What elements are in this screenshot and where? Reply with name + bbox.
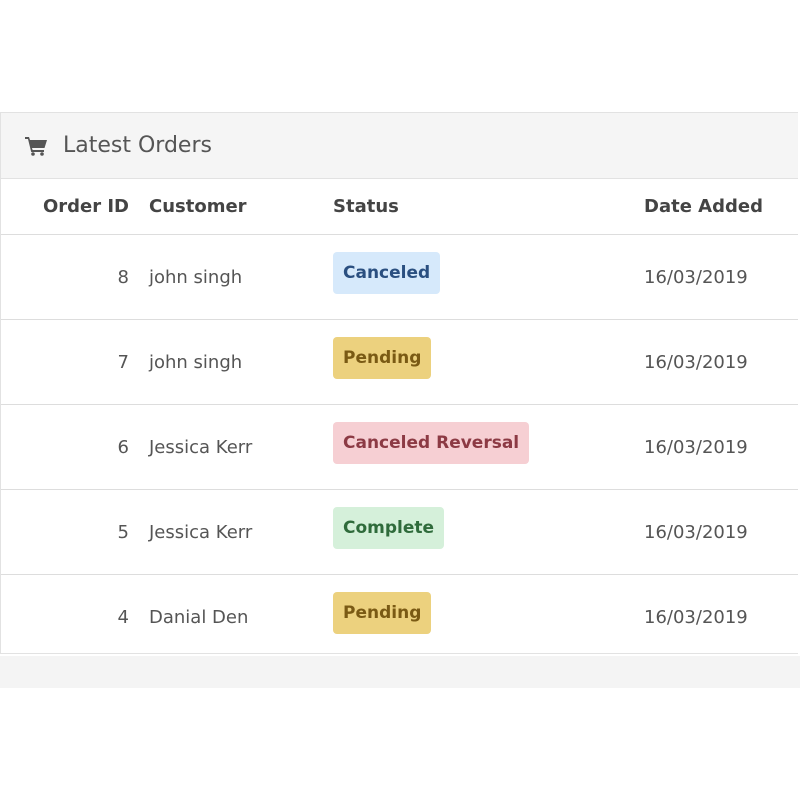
table-row[interactable]: 5 Jessica Kerr Complete 16/03/2019 bbox=[1, 489, 798, 575]
order-id-cell: 6 bbox=[1, 404, 149, 490]
order-id-cell: 4 bbox=[117, 606, 129, 628]
header-order-id[interactable]: Order ID bbox=[1, 179, 149, 235]
date-added-cell: 16/03/2019 bbox=[644, 234, 798, 320]
panel-heading: Latest Orders bbox=[1, 113, 798, 179]
status-cell: Pending bbox=[333, 575, 644, 660]
panel-title: Latest Orders bbox=[63, 133, 212, 158]
order-id-cell: 7 bbox=[1, 319, 149, 405]
table-row[interactable]: 6 Jessica Kerr Canceled Reversal 16/03/2019 bbox=[1, 404, 798, 490]
footer-strip bbox=[0, 656, 800, 688]
status-badge: Complete bbox=[333, 507, 445, 549]
date-added-cell: 16/03/2019 bbox=[644, 606, 748, 628]
table-header-row: Order ID Customer Status Date Added bbox=[1, 179, 798, 235]
date-added-cell: 16/03/2019 bbox=[644, 489, 798, 575]
status-badge: Canceled bbox=[333, 252, 441, 294]
status-badge: Canceled Reversal bbox=[333, 422, 530, 464]
header-customer[interactable]: Customer bbox=[149, 179, 333, 235]
header-status[interactable]: Status bbox=[333, 179, 644, 235]
customer-cell: Jessica Kerr bbox=[149, 489, 333, 575]
status-badge: Pending bbox=[333, 592, 432, 634]
orders-table: Order ID Customer Status Date Added 8 joh… bbox=[1, 179, 798, 659]
date-added-cell: 16/03/2019 bbox=[644, 404, 798, 490]
latest-orders-panel: Latest Orders Order ID Customer Status D… bbox=[0, 112, 798, 654]
customer-cell: john singh bbox=[149, 319, 333, 405]
customer-cell: Jessica Kerr bbox=[149, 404, 333, 490]
status-cell: Canceled bbox=[333, 234, 644, 320]
table-row[interactable]: 4 Danial Den Pending 16/03/2019 bbox=[1, 575, 798, 660]
shopping-cart-icon bbox=[25, 136, 49, 156]
date-added-cell: 16/03/2019 bbox=[644, 319, 798, 405]
table-row[interactable]: 8 john singh Canceled 16/03/2019 bbox=[1, 234, 798, 320]
status-badge: Pending bbox=[333, 337, 432, 379]
status-cell: Complete bbox=[333, 489, 644, 575]
header-date-added[interactable]: Date Added bbox=[644, 179, 798, 235]
customer-cell: Danial Den bbox=[149, 606, 249, 628]
status-cell: Canceled Reversal bbox=[333, 404, 644, 490]
orders-table-body: 8 john singh Canceled 16/03/2019 7 john singh… bbox=[1, 234, 798, 660]
customer-cell: john singh bbox=[149, 234, 333, 320]
order-id-cell: 8 bbox=[1, 234, 149, 320]
status-cell: Pending bbox=[333, 319, 644, 405]
order-id-cell: 5 bbox=[1, 489, 149, 575]
table-row[interactable]: 7 john singh Pending 16/03/2019 bbox=[1, 319, 798, 405]
